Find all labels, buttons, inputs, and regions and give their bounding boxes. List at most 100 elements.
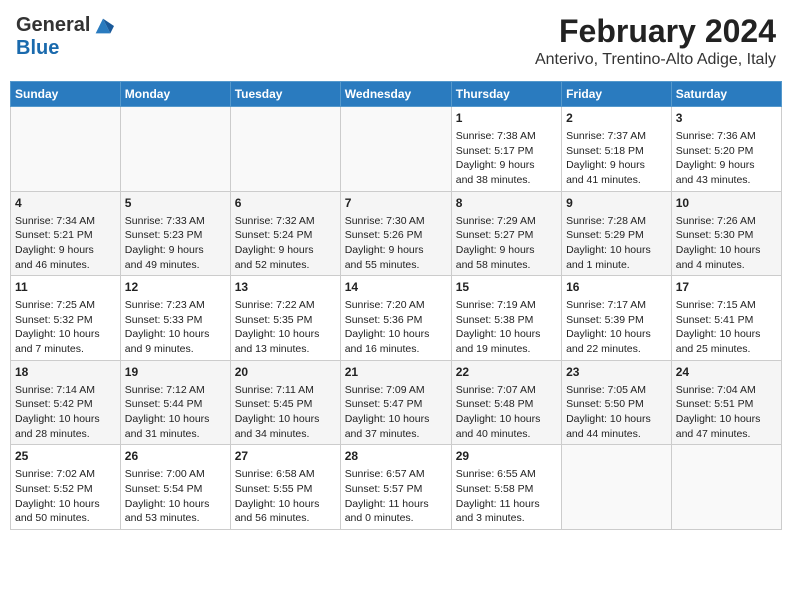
calendar-cell: 21 Sunrise: 7:09 AMSunset: 5:47 PMDayligh… xyxy=(340,360,451,445)
day-number: 9 xyxy=(566,195,667,212)
day-number: 24 xyxy=(676,364,777,381)
calendar-cell: 12 Sunrise: 7:23 AMSunset: 5:33 PMDayligh… xyxy=(120,276,230,361)
day-info: Sunrise: 6:55 AMSunset: 5:58 PMDaylight:… xyxy=(456,467,557,526)
day-number: 3 xyxy=(676,110,777,127)
day-info: Sunrise: 7:25 AMSunset: 5:32 PMDaylight:… xyxy=(15,298,116,357)
day-number: 12 xyxy=(125,279,226,296)
day-number: 29 xyxy=(456,448,557,465)
day-info: Sunrise: 6:58 AMSunset: 5:55 PMDaylight:… xyxy=(235,467,336,526)
logo-blue-text: Blue xyxy=(16,37,59,60)
calendar-week-3: 11 Sunrise: 7:25 AMSunset: 5:32 PMDayligh… xyxy=(11,276,782,361)
day-info: Sunrise: 7:17 AMSunset: 5:39 PMDaylight:… xyxy=(566,298,667,357)
day-info: Sunrise: 7:07 AMSunset: 5:48 PMDaylight:… xyxy=(456,383,557,442)
calendar-cell xyxy=(340,107,451,192)
day-info: Sunrise: 7:38 AMSunset: 5:17 PMDaylight:… xyxy=(456,129,557,188)
day-number: 11 xyxy=(15,279,116,296)
calendar-cell: 8 Sunrise: 7:29 AMSunset: 5:27 PMDaylight… xyxy=(451,191,561,276)
day-info: Sunrise: 7:28 AMSunset: 5:29 PMDaylight:… xyxy=(566,214,667,273)
calendar-cell: 10 Sunrise: 7:26 AMSunset: 5:30 PMDayligh… xyxy=(671,191,781,276)
day-info: Sunrise: 7:11 AMSunset: 5:45 PMDaylight:… xyxy=(235,383,336,442)
day-info: Sunrise: 6:57 AMSunset: 5:57 PMDaylight:… xyxy=(345,467,447,526)
day-info: Sunrise: 7:12 AMSunset: 5:44 PMDaylight:… xyxy=(125,383,226,442)
calendar-cell: 9 Sunrise: 7:28 AMSunset: 5:29 PMDaylight… xyxy=(562,191,672,276)
col-sunday: Sunday xyxy=(11,82,121,107)
day-number: 5 xyxy=(125,195,226,212)
calendar-cell: 4Sunrise: 7:34 AMSunset: 5:21 PMDaylight… xyxy=(11,191,121,276)
calendar-cell: 28 Sunrise: 6:57 AMSunset: 5:57 PMDayligh… xyxy=(340,445,451,530)
calendar-cell: 5Sunrise: 7:33 AMSunset: 5:23 PMDaylight… xyxy=(120,191,230,276)
day-number: 2 xyxy=(566,110,667,127)
day-number: 22 xyxy=(456,364,557,381)
calendar-cell: 15 Sunrise: 7:19 AMSunset: 5:38 PMDayligh… xyxy=(451,276,561,361)
calendar-table: Sunday Monday Tuesday Wednesday Thursday… xyxy=(10,81,782,530)
day-info: Sunrise: 7:19 AMSunset: 5:38 PMDaylight:… xyxy=(456,298,557,357)
day-number: 27 xyxy=(235,448,336,465)
day-number: 16 xyxy=(566,279,667,296)
calendar-week-5: 25Sunrise: 7:02 AMSunset: 5:52 PMDayligh… xyxy=(11,445,782,530)
day-number: 18 xyxy=(15,364,116,381)
day-info: Sunrise: 7:29 AMSunset: 5:27 PMDaylight:… xyxy=(456,214,557,273)
day-info: Sunrise: 7:23 AMSunset: 5:33 PMDaylight:… xyxy=(125,298,226,357)
day-number: 28 xyxy=(345,448,447,465)
day-number: 26 xyxy=(125,448,226,465)
day-info: Sunrise: 7:32 AMSunset: 5:24 PMDaylight:… xyxy=(235,214,336,273)
col-saturday: Saturday xyxy=(671,82,781,107)
day-info: Sunrise: 7:05 AMSunset: 5:50 PMDaylight:… xyxy=(566,383,667,442)
calendar-cell: 14 Sunrise: 7:20 AMSunset: 5:36 PMDayligh… xyxy=(340,276,451,361)
day-info: Sunrise: 7:22 AMSunset: 5:35 PMDaylight:… xyxy=(235,298,336,357)
header-row: Sunday Monday Tuesday Wednesday Thursday… xyxy=(11,82,782,107)
day-number: 23 xyxy=(566,364,667,381)
day-info: Sunrise: 7:15 AMSunset: 5:41 PMDaylight:… xyxy=(676,298,777,357)
day-number: 21 xyxy=(345,364,447,381)
day-info: Sunrise: 7:26 AMSunset: 5:30 PMDaylight:… xyxy=(676,214,777,273)
logo: General Blue xyxy=(16,14,114,60)
calendar-week-4: 18Sunrise: 7:14 AMSunset: 5:42 PMDayligh… xyxy=(11,360,782,445)
calendar-cell xyxy=(562,445,672,530)
calendar-cell: 27 Sunrise: 6:58 AMSunset: 5:55 PMDayligh… xyxy=(230,445,340,530)
day-number: 10 xyxy=(676,195,777,212)
day-number: 25 xyxy=(15,448,116,465)
calendar-cell xyxy=(120,107,230,192)
calendar-cell: 6Sunrise: 7:32 AMSunset: 5:24 PMDaylight… xyxy=(230,191,340,276)
day-number: 15 xyxy=(456,279,557,296)
day-number: 19 xyxy=(125,364,226,381)
day-number: 17 xyxy=(676,279,777,296)
day-info: Sunrise: 7:36 AMSunset: 5:20 PMDaylight:… xyxy=(676,129,777,188)
calendar-cell xyxy=(11,107,121,192)
day-info: Sunrise: 7:00 AMSunset: 5:54 PMDaylight:… xyxy=(125,467,226,526)
day-info: Sunrise: 7:04 AMSunset: 5:51 PMDaylight:… xyxy=(676,383,777,442)
calendar-cell: 17 Sunrise: 7:15 AMSunset: 5:41 PMDayligh… xyxy=(671,276,781,361)
day-number: 13 xyxy=(235,279,336,296)
col-tuesday: Tuesday xyxy=(230,82,340,107)
day-info: Sunrise: 7:37 AMSunset: 5:18 PMDaylight:… xyxy=(566,129,667,188)
day-number: 8 xyxy=(456,195,557,212)
day-number: 14 xyxy=(345,279,447,296)
day-info: Sunrise: 7:30 AMSunset: 5:26 PMDaylight:… xyxy=(345,214,447,273)
day-number: 7 xyxy=(345,195,447,212)
calendar-week-2: 4Sunrise: 7:34 AMSunset: 5:21 PMDaylight… xyxy=(11,191,782,276)
location-title: Anterivo, Trentino-Alto Adige, Italy xyxy=(535,51,776,69)
calendar-cell: 1Sunrise: 7:38 AMSunset: 5:17 PMDaylight… xyxy=(451,107,561,192)
calendar-cell: 22 Sunrise: 7:07 AMSunset: 5:48 PMDayligh… xyxy=(451,360,561,445)
calendar-cell: 23 Sunrise: 7:05 AMSunset: 5:50 PMDayligh… xyxy=(562,360,672,445)
calendar-cell: 29 Sunrise: 6:55 AMSunset: 5:58 PMDayligh… xyxy=(451,445,561,530)
day-info: Sunrise: 7:09 AMSunset: 5:47 PMDaylight:… xyxy=(345,383,447,442)
logo-general-text: General xyxy=(16,14,90,37)
day-info: Sunrise: 7:20 AMSunset: 5:36 PMDaylight:… xyxy=(345,298,447,357)
col-wednesday: Wednesday xyxy=(340,82,451,107)
calendar-cell: 20 Sunrise: 7:11 AMSunset: 5:45 PMDayligh… xyxy=(230,360,340,445)
calendar-cell: 18Sunrise: 7:14 AMSunset: 5:42 PMDayligh… xyxy=(11,360,121,445)
logo-icon xyxy=(92,15,114,37)
calendar-cell: 3 Sunrise: 7:36 AMSunset: 5:20 PMDaylight… xyxy=(671,107,781,192)
month-title: February 2024 xyxy=(535,14,776,49)
title-block: February 2024 Anterivo, Trentino-Alto Ad… xyxy=(535,14,776,69)
calendar-cell: 26 Sunrise: 7:00 AMSunset: 5:54 PMDayligh… xyxy=(120,445,230,530)
day-number: 4 xyxy=(15,195,116,212)
calendar-cell xyxy=(671,445,781,530)
calendar-cell: 11 Sunrise: 7:25 AMSunset: 5:32 PMDayligh… xyxy=(11,276,121,361)
page-header: General Blue February 2024 Anterivo, Tre… xyxy=(10,10,782,73)
calendar-body: 1Sunrise: 7:38 AMSunset: 5:17 PMDaylight… xyxy=(11,107,782,530)
calendar-week-1: 1Sunrise: 7:38 AMSunset: 5:17 PMDaylight… xyxy=(11,107,782,192)
day-number: 20 xyxy=(235,364,336,381)
calendar-cell: 24 Sunrise: 7:04 AMSunset: 5:51 PMDayligh… xyxy=(671,360,781,445)
